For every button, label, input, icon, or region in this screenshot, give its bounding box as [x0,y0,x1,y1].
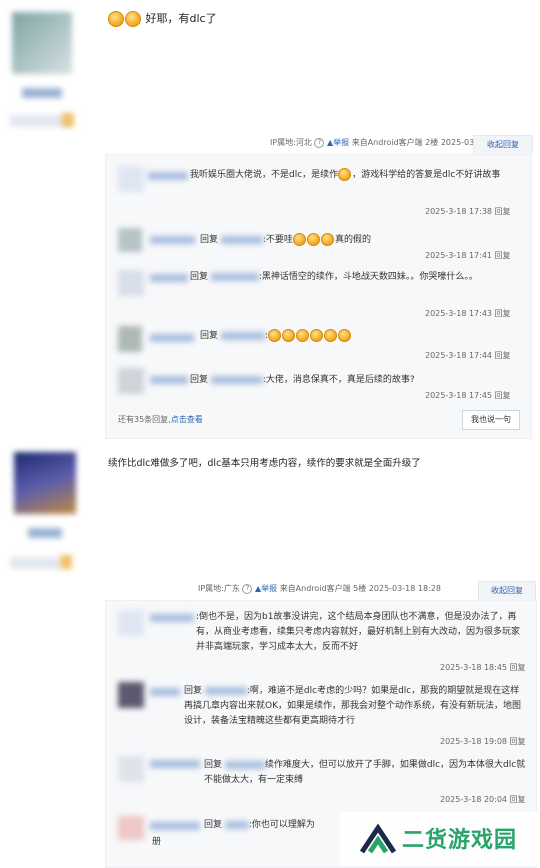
emoji-icon [295,329,309,342]
reply-time: 2025-3-18 17:38 回复 [425,207,511,216]
reply-time: 2025-3-18 19:08 回复 [440,737,526,746]
report-link[interactable]: 举报 [333,138,349,147]
reply-time: 2025-3-18 18:45 回复 [440,663,526,672]
watermark-text: 二货游戏园 [402,828,518,853]
reply-username[interactable] [148,172,188,180]
emoji-icon [125,11,141,27]
collapse-replies-button[interactable]: 收起回复 [478,581,536,600]
help-icon: ? [242,583,253,594]
user-badge [10,557,60,569]
post-meta: IP属地:广东 ? ▲举报 来自Android客户端 5楼 2025-03-18… [198,583,441,594]
emoji-icon [320,233,334,246]
reply-avatar[interactable] [118,368,144,394]
watermark-logo-icon [359,823,397,854]
reply-username[interactable] [150,688,180,696]
report-link[interactable]: 举报 [261,584,277,593]
reply-text: 回复 :不要哇 真的假的 [200,233,371,246]
reply-button[interactable]: 回复 [495,207,511,216]
user-badge [10,115,68,127]
reply-text: :倒也不是，因为b1故事没讲完，这个结局本身团队也不满意，但是没办法了，再有，从… [196,612,521,652]
reply-username[interactable] [150,236,195,244]
reply-time: 2025-3-18 17:45 回复 [425,391,511,400]
emoji-icon [309,329,323,342]
user-avatar[interactable] [12,12,72,74]
reply-avatar[interactable] [118,270,144,296]
emoji-icon [323,329,337,342]
reply-username[interactable] [150,274,188,282]
emoji-icon [306,233,320,246]
reply-time: 2025-3-18 20:04 回复 [440,795,526,804]
view-more-link[interactable]: 点击查看 [171,415,203,424]
user-avatar[interactable] [14,452,76,514]
reply-username[interactable] [150,822,200,830]
more-replies: 还有35条回复,点击查看 [118,415,203,424]
reply-avatar[interactable] [118,326,142,352]
reply-avatar[interactable] [118,610,144,636]
reply-avatar[interactable] [118,228,142,252]
emoji-icon [338,168,352,181]
reply-time: 2025-3-18 17:43 回复 [425,309,511,318]
reply-time: 2025-3-18 17:44 回复 [425,351,511,360]
emoji-icon [108,11,124,27]
reply-text: 回复 :大佬，消息保真不，真是后续的故事? [190,375,415,385]
post-content: 好耶，有dlc了 [108,10,217,27]
reply-button[interactable]: 回复 [495,391,511,400]
help-icon: ? [314,137,325,148]
reply-text: 回复 :黑神话悟空的续作，斗地战天数四妹。。你哭嚎什么。。 [190,272,478,282]
reply-text: 我听娱乐圈大佬说，不是dlc，是续作 ，游戏科学给的答复是dlc不好讲故事 [190,168,501,181]
post-content: 续作比dlc难做多了吧，dlc基本只用考虑内容，续作的要求就是全面升级了 [108,458,421,469]
reply-button[interactable]: 回复 [510,795,526,804]
reply-text: 回复 续作难度大，但可以放开了手脚，如果做dlc，因为本体很大dlc就不能做太大… [204,760,526,785]
reply-username[interactable] [150,614,194,622]
reply-avatar[interactable] [118,682,144,708]
emoji-icon [292,233,306,246]
emoji-icon [337,329,351,342]
reply-button[interactable]: 回复 [495,309,511,318]
username[interactable] [22,88,62,98]
reply-text-continued: 册 [152,837,162,847]
reply-text: 回复 :你也可以理解为 [204,820,315,830]
reply-button[interactable]: 回复 [510,663,526,672]
reply-time: 2025-3-18 17:41 回复 [425,251,511,260]
emoji-icon [281,329,295,342]
reply-avatar[interactable] [118,166,144,192]
watermark: 二货游戏园 [340,812,540,866]
level-badge [60,555,72,569]
reply-avatar[interactable] [118,756,144,782]
reply-username[interactable] [150,334,194,342]
reply-username[interactable] [150,376,188,384]
say-something-button[interactable]: 我也说一句 [462,410,520,430]
level-badge [62,113,74,127]
reply-button[interactable]: 回复 [495,351,511,360]
reply-text: 回复 : [200,328,352,342]
reply-text: 回复 :啊，难道不是dlc考虑的少吗？如果是dlc，那我的期望就是现在这样再搞几… [184,686,521,726]
reply-button[interactable]: 回复 [510,737,526,746]
reply-button[interactable]: 回复 [495,251,511,260]
collapse-replies-button[interactable]: 收起回复 [473,135,533,154]
username[interactable] [28,528,62,538]
emoji-icon [267,329,281,342]
reply-username[interactable] [150,760,200,768]
reply-avatar[interactable] [118,816,144,840]
